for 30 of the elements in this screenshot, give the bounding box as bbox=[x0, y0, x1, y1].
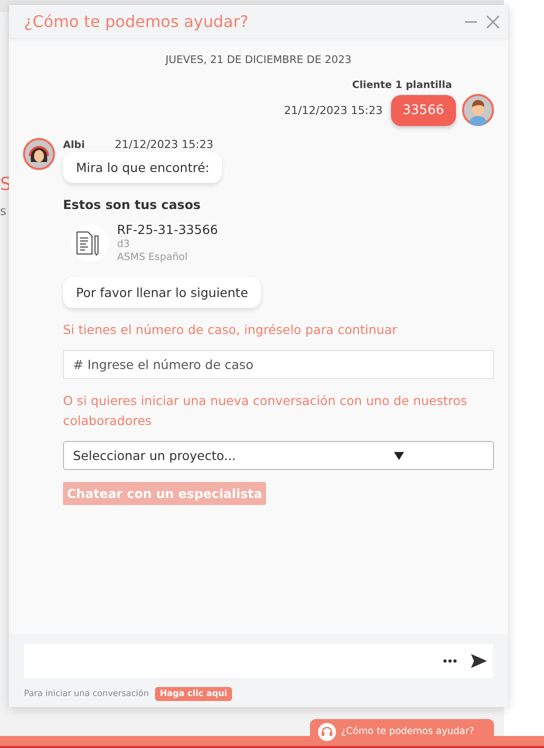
case-id[interactable]: RF-25-31-33566 bbox=[117, 222, 218, 237]
window-title: ¿Cómo te podemos ayudar? bbox=[24, 12, 248, 31]
more-icon[interactable] bbox=[443, 659, 457, 663]
message-bubble: 33566 bbox=[390, 95, 456, 126]
message-time: 21/12/2023 15:23 bbox=[114, 138, 214, 151]
sender-name: Albi bbox=[63, 140, 85, 151]
prompt-text: O si quieres iniciar una nueva conversación con uno de nuestros colaboradores bbox=[63, 392, 468, 430]
agent-avatar-icon bbox=[23, 138, 55, 170]
sender-name: Cliente 1 plantilla bbox=[352, 80, 452, 91]
case-subtitle: d3 bbox=[117, 239, 131, 250]
prompt-text: Si tienes el número de caso, ingréselo para continuar bbox=[63, 321, 398, 339]
help-launcher-button[interactable]: ¿Cómo te podemos ayudar? bbox=[310, 719, 494, 744]
date-divider: JUEVES, 21 DE DICIEMBRE DE 2023 bbox=[164, 54, 352, 66]
footer-hint: Para iniciar una conversación bbox=[24, 689, 149, 699]
close-icon[interactable] bbox=[486, 14, 500, 28]
message-bubble: Mira lo que encontré: bbox=[63, 152, 222, 183]
start-chat-link[interactable]: Haga clic aqui bbox=[154, 687, 232, 701]
headset-icon bbox=[318, 722, 336, 740]
message-bubble: Por favor llenar lo siguiente bbox=[63, 277, 262, 308]
case-number-field[interactable]: # Ingrese el número de caso bbox=[63, 350, 494, 379]
cases-heading: Estos son tus casos bbox=[63, 197, 201, 212]
message-input[interactable] bbox=[24, 644, 493, 678]
message-time: 21/12/2023 15:23 bbox=[284, 104, 383, 117]
project-select[interactable]: Seleccionar un proyecto... bbox=[63, 441, 494, 470]
dropdown-caret-icon bbox=[394, 452, 404, 460]
background-text: s bbox=[0, 204, 6, 218]
user-avatar-icon bbox=[462, 94, 494, 126]
send-icon[interactable] bbox=[471, 654, 487, 668]
case-project: ASMS Español bbox=[117, 252, 189, 263]
document-icon bbox=[71, 224, 109, 262]
